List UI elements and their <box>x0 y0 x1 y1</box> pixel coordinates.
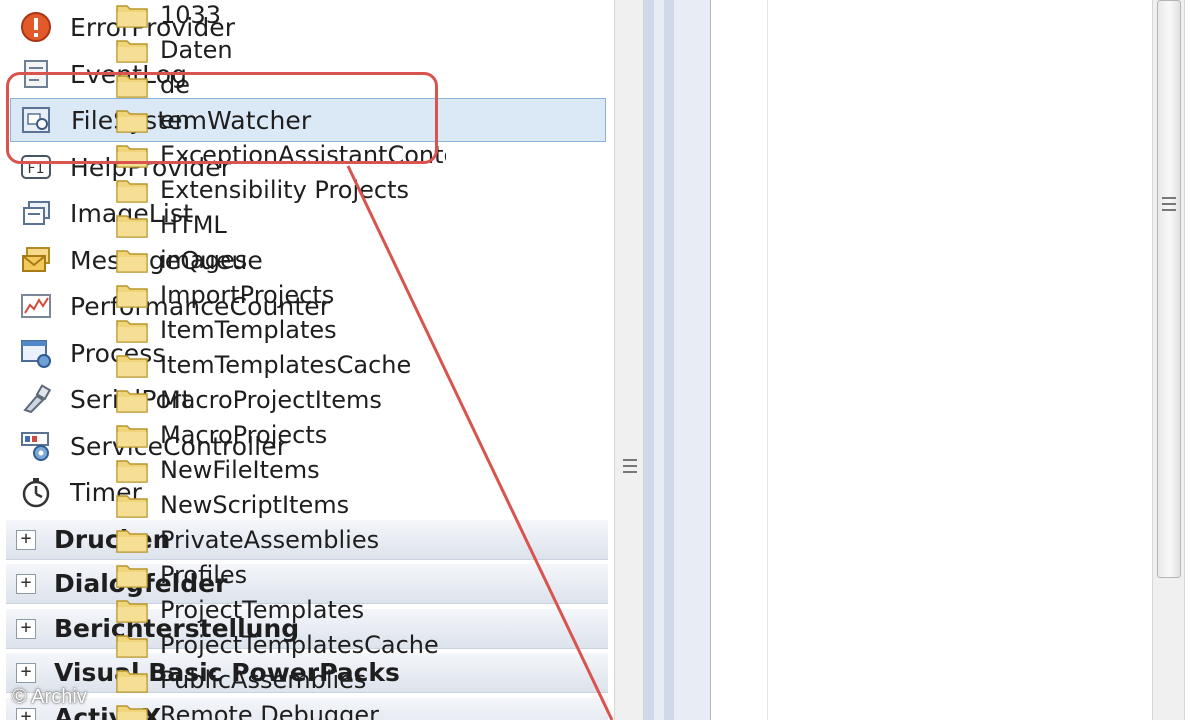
folder-label: Profiles <box>160 561 248 589</box>
expand-icon[interactable]: + <box>16 662 36 683</box>
folder-icon <box>116 352 148 378</box>
folder-label: MacroProjects <box>160 421 328 449</box>
scroll-grip[interactable] <box>623 471 637 473</box>
folder-item[interactable]: PrivateAssemblies <box>116 523 446 557</box>
folder-item[interactable]: Remote Debugger <box>116 698 446 720</box>
folder-icon <box>116 317 148 343</box>
folder-item[interactable]: ItemTemplatesCache <box>116 348 446 382</box>
expand-icon[interactable]: + <box>16 573 36 594</box>
folder-label: ImportProjects <box>160 281 335 309</box>
folder-icon <box>116 282 148 308</box>
folder-label: ItemTemplatesCache <box>160 351 412 379</box>
folder-item[interactable]: MacroProjectItems <box>116 383 446 417</box>
folder-item[interactable]: Extensibility Projects <box>116 173 446 207</box>
folder-label: ProjectTemplatesCache <box>160 631 439 659</box>
folder-label: NewScriptItems <box>160 491 350 519</box>
timer-icon <box>16 472 56 512</box>
folder-icon <box>116 702 148 720</box>
folder-item[interactable]: 1033 <box>116 0 446 32</box>
watermark: © Archiv <box>12 686 87 708</box>
folder-icon <box>116 597 148 623</box>
folder-label: ProjectTemplates <box>160 596 365 624</box>
process-icon <box>16 333 56 373</box>
folder-label: Remote Debugger <box>160 701 380 720</box>
folder-icon <box>116 387 148 413</box>
folder-item[interactable]: NewScriptItems <box>116 488 446 522</box>
serial-port-icon <box>16 379 56 419</box>
folder-icon <box>116 457 148 483</box>
error-provider-icon <box>16 7 56 47</box>
folder-icon <box>116 37 148 63</box>
scroll-grip[interactable] <box>623 459 637 461</box>
folder-icon <box>116 247 148 273</box>
folder-label: HTML <box>160 211 227 239</box>
folder-label: 1033 <box>160 1 222 29</box>
folder-label: PrivateAssemblies <box>160 526 380 554</box>
scroll-grip[interactable] <box>1162 203 1176 205</box>
folder-list-panel <box>710 0 1200 720</box>
folder-item[interactable]: Profiles <box>116 558 446 592</box>
scroll-grip[interactable] <box>623 465 637 467</box>
folder-item[interactable]: MacroProjects <box>116 418 446 452</box>
folder-icon <box>116 492 148 518</box>
folder-icon <box>116 667 148 693</box>
splitter[interactable] <box>644 0 710 720</box>
folder-list-scrollbar[interactable] <box>1152 0 1184 720</box>
highlight-annotation <box>6 72 438 164</box>
folder-label: MacroProjectItems <box>160 386 382 414</box>
folder-icon <box>116 422 148 448</box>
folder-item[interactable]: HTML <box>116 208 446 242</box>
splitter-edge <box>664 0 674 720</box>
scroll-thumb[interactable] <box>1157 0 1181 578</box>
tree-line <box>767 0 768 720</box>
folder-item[interactable]: Daten <box>116 33 446 67</box>
window-edge <box>1184 0 1200 720</box>
folder-label: Daten <box>160 36 233 64</box>
expand-icon[interactable]: + <box>16 618 36 639</box>
folder-label: images <box>160 246 248 274</box>
folder-item[interactable]: ProjectTemplates <box>116 593 446 627</box>
folder-item[interactable]: images <box>116 243 446 277</box>
folder-item[interactable]: NewFileItems <box>116 453 446 487</box>
image-list-icon <box>16 193 56 233</box>
folder-icon <box>116 562 148 588</box>
folder-label: NewFileItems <box>160 456 320 484</box>
folder-icon <box>116 177 148 203</box>
folder-item[interactable]: ItemTemplates <box>116 313 446 347</box>
message-queue-icon <box>16 240 56 280</box>
folder-icon <box>116 2 148 28</box>
folder-label: PublicAssemblies <box>160 666 367 694</box>
splitter-edge <box>644 0 654 720</box>
folder-icon <box>116 632 148 658</box>
expand-icon[interactable]: + <box>16 707 36 720</box>
scroll-grip[interactable] <box>1162 209 1176 211</box>
expand-icon[interactable]: + <box>16 529 36 550</box>
toolbox-scrollbar[interactable] <box>614 0 644 720</box>
folder-item[interactable]: PublicAssemblies <box>116 663 446 697</box>
service-controller-icon <box>16 426 56 466</box>
performance-counter-icon <box>16 286 56 326</box>
folder-label: ItemTemplates <box>160 316 337 344</box>
folder-icon <box>116 212 148 238</box>
folder-item[interactable]: ImportProjects <box>116 278 446 312</box>
folder-item[interactable]: ProjectTemplatesCache <box>116 628 446 662</box>
folder-label: Extensibility Projects <box>160 176 410 204</box>
scroll-grip[interactable] <box>1162 197 1176 199</box>
folder-icon <box>116 527 148 553</box>
